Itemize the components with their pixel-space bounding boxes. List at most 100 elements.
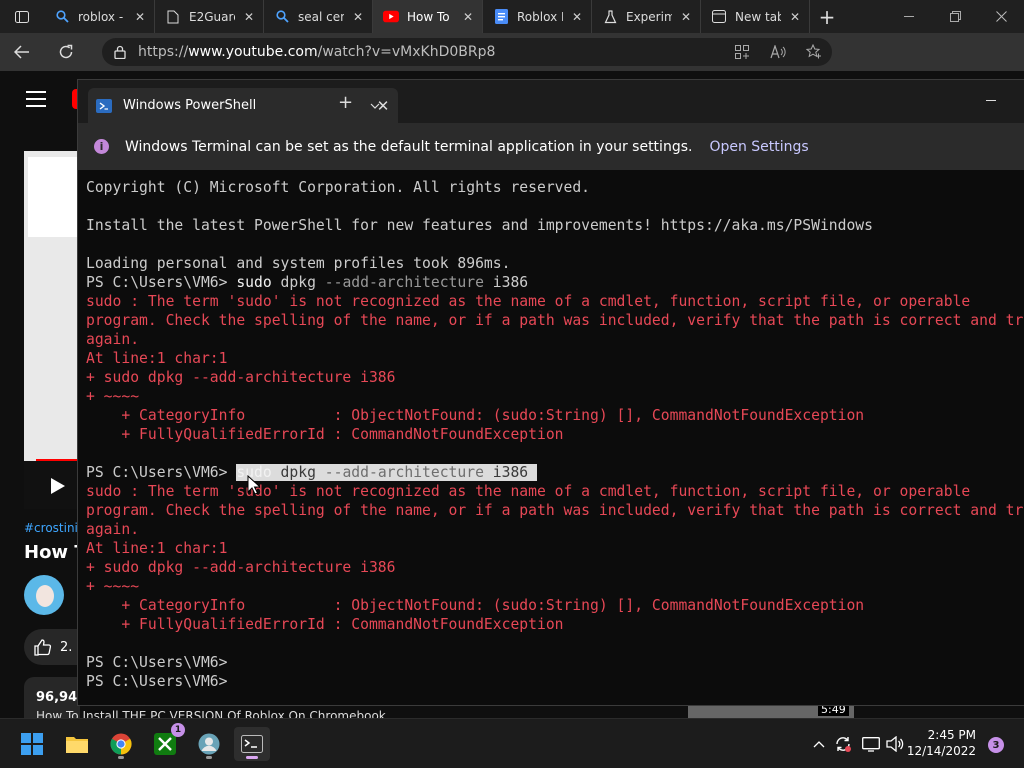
minimize-terminal-icon[interactable]	[986, 90, 996, 106]
info-message: Windows Terminal can be set as the defau…	[125, 138, 693, 155]
browser-tab-e2guardian[interactable]: E2Guard ✕	[155, 0, 264, 33]
close-window-icon[interactable]	[978, 0, 1024, 33]
command-name: sudo	[236, 274, 272, 291]
taskbar-photos[interactable]	[191, 727, 227, 761]
command-text: dpkg	[271, 274, 325, 291]
console-line: + sudo dpkg --add-architecture i386	[86, 369, 396, 386]
chevron-down-icon[interactable]	[370, 94, 380, 113]
browser-toolbar: https://www.youtube.com/watch?v=vMxKhD0B…	[0, 33, 1024, 96]
docs-icon	[493, 9, 509, 25]
console-prompt: PS C:\Users\VM6>	[86, 274, 237, 291]
app-available-icon[interactable]	[724, 45, 760, 59]
console-line: + CategoryInfo : ObjectNotFound: (sudo:S…	[86, 597, 865, 614]
close-tab-icon[interactable]: ✕	[460, 10, 476, 24]
document-icon	[165, 9, 181, 25]
terminal-title-bar[interactable]: Windows PowerShell ✕ +	[78, 80, 1024, 123]
photos-icon	[198, 733, 220, 755]
restore-window-icon[interactable]	[932, 0, 978, 33]
tab-title: Experim	[626, 9, 672, 24]
console-prompt: PS C:\Users\VM6>	[86, 464, 237, 481]
notification-center-badge[interactable]: 3	[988, 737, 1004, 753]
close-tab-icon[interactable]: ✕	[132, 10, 148, 24]
minimize-window-icon[interactable]	[886, 0, 932, 33]
console-line: again.	[86, 331, 140, 348]
play-icon[interactable]	[50, 477, 66, 495]
console-line: + FullyQualifiedErrorId : CommandNotFoun…	[86, 426, 564, 443]
back-button[interactable]	[0, 33, 44, 71]
xbox-notification-badge: 1	[171, 723, 185, 737]
xbox-icon	[154, 733, 176, 755]
file-explorer-icon	[66, 737, 88, 753]
start-button[interactable]	[14, 727, 50, 761]
console-line: Install the latest PowerShell for new fe…	[86, 217, 873, 234]
browser-tab-roblox-search[interactable]: roblox - ✕	[44, 0, 155, 33]
search-icon	[274, 9, 290, 25]
console-line: sudo : The term 'sudo' is not recognized…	[86, 483, 971, 500]
close-tab-icon[interactable]: ✕	[569, 10, 585, 24]
like-count: 2.	[60, 639, 73, 655]
taskbar-terminal[interactable]	[234, 727, 270, 761]
console-line: Loading personal and system profiles too…	[86, 255, 511, 272]
console-line: PS C:\Users\VM6> sudo dpkg --add-archite…	[86, 463, 1024, 482]
tab-title: roblox -	[78, 9, 124, 24]
clock-time: 2:45 PM	[927, 728, 976, 742]
chrome-icon	[110, 733, 132, 755]
show-hidden-icons-chevron[interactable]	[808, 734, 830, 754]
close-tab-icon[interactable]: ✕	[241, 10, 257, 24]
browser-tab-seal-search[interactable]: seal cen ✕	[264, 0, 373, 33]
lab-icon	[602, 9, 618, 25]
powershell-icon	[96, 98, 112, 113]
console-line: sudo : The term 'sudo' is not recognized…	[86, 293, 971, 310]
lock-icon[interactable]	[102, 45, 138, 59]
video-player[interactable]	[24, 151, 80, 509]
taskbar-chrome[interactable]	[103, 727, 139, 761]
windows-taskbar: 1 2:45 PM 12/14/2022 3	[0, 718, 1024, 768]
new-tab-button[interactable]: +	[810, 5, 844, 29]
open-settings-link[interactable]: Open Settings	[709, 139, 808, 155]
read-aloud-icon[interactable]	[760, 45, 796, 59]
console-line: program. Check the spelling of the name,…	[86, 502, 1024, 519]
close-tab-icon[interactable]: ✕	[350, 10, 366, 24]
tab-actions-icon[interactable]	[0, 0, 44, 33]
address-bar[interactable]: https://www.youtube.com/watch?v=vMxKhD0B…	[102, 38, 832, 66]
refresh-button[interactable]	[44, 33, 88, 71]
console-output[interactable]: Copyright (C) Microsoft Corporation. All…	[86, 178, 1024, 698]
close-tab-icon[interactable]: ✕	[678, 10, 694, 24]
browser-tab-roblox-docs[interactable]: Roblox I ✕	[483, 0, 592, 33]
tab-title: How To	[407, 9, 450, 24]
console-line: + sudo dpkg --add-architecture i386	[86, 559, 396, 576]
running-indicator	[118, 756, 124, 759]
taskbar-xbox[interactable]: 1	[147, 723, 185, 761]
terminal-tab-title: Windows PowerShell	[123, 98, 257, 113]
terminal-info-bar: i Windows Terminal can be set as the def…	[78, 123, 1024, 170]
tab-title: Roblox I	[517, 9, 563, 24]
like-button[interactable]: 2.	[24, 629, 80, 665]
console-line: PS C:\Users\VM6>	[86, 673, 228, 690]
taskbar-file-explorer[interactable]	[59, 727, 95, 761]
browser-tab-new-tab[interactable]: New tab ✕	[701, 0, 810, 33]
command-parameter: --add-architecture	[324, 274, 484, 291]
console-command: sudo dpkg --add-architecture i386	[236, 274, 528, 291]
close-tab-icon[interactable]: ✕	[787, 10, 803, 24]
display-icon[interactable]	[860, 734, 882, 754]
console-line: + ~~~~	[86, 388, 140, 405]
console-line: At line:1 char:1	[86, 350, 228, 367]
command-argument: i386	[483, 274, 529, 291]
browser-tab-youtube[interactable]: How To ✕	[373, 0, 483, 33]
add-favorite-icon[interactable]	[796, 44, 832, 60]
taskbar-clock[interactable]: 2:45 PM 12/14/2022	[907, 727, 976, 759]
url-text[interactable]: https://www.youtube.com/watch?v=vMxKhD0B…	[138, 44, 724, 60]
hamburger-menu-icon[interactable]	[26, 91, 46, 112]
tab-title: E2Guard	[189, 9, 235, 24]
sync-icon[interactable]	[832, 734, 854, 754]
active-indicator	[246, 756, 258, 759]
volume-icon[interactable]	[884, 734, 906, 754]
new-terminal-tab-button[interactable]: +	[338, 92, 353, 113]
channel-avatar[interactable]	[24, 575, 64, 615]
console-line: + FullyQualifiedErrorId : CommandNotFoun…	[86, 616, 564, 633]
start-icon	[21, 733, 43, 755]
browser-tab-experiments[interactable]: Experim ✕	[592, 0, 701, 33]
command-text: dpkg	[271, 464, 325, 481]
console-line: program. Check the spelling of the name,…	[86, 312, 1024, 329]
search-icon	[54, 9, 70, 25]
